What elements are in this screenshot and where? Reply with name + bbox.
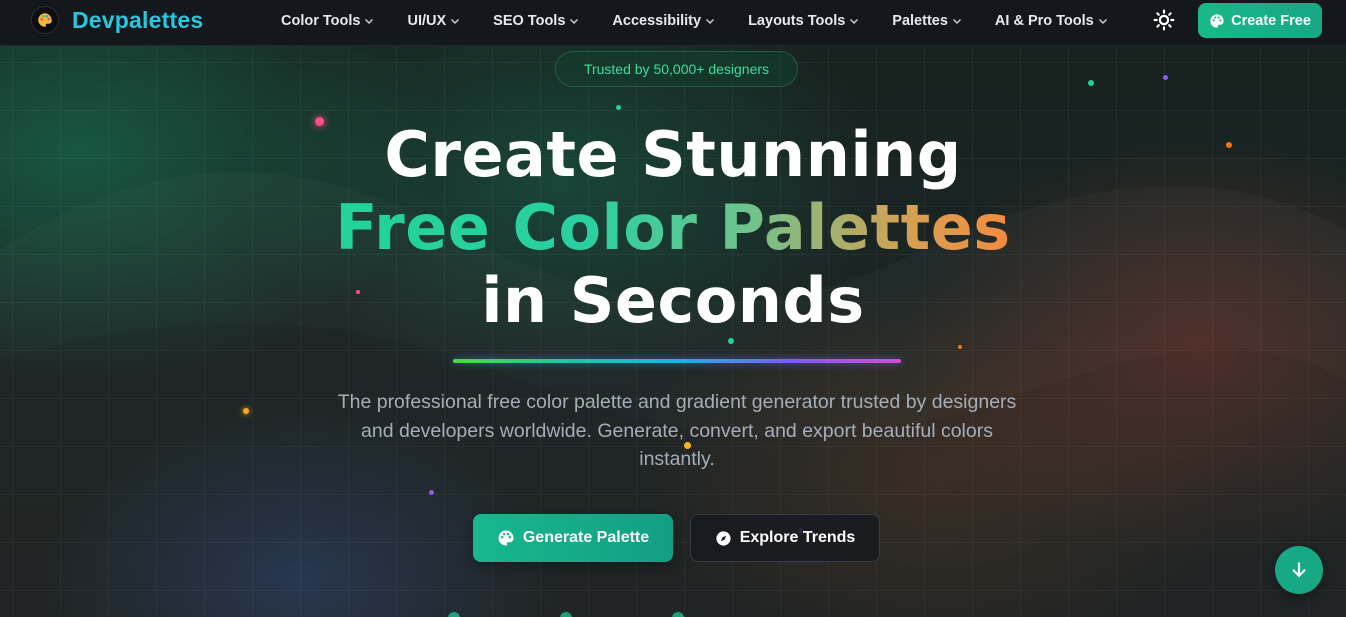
- headline-line-3: in Seconds: [481, 264, 865, 337]
- chevron-down-icon: [850, 18, 859, 25]
- arrow-down-icon: [1292, 562, 1306, 577]
- particle-dot: [429, 490, 434, 495]
- chevron-down-icon: [365, 18, 374, 25]
- chevron-down-icon: [706, 18, 715, 25]
- nav-item-palettes[interactable]: Palettes: [892, 13, 962, 29]
- check-circle-icon: [448, 612, 460, 617]
- headline-line-2-gradient: Free Color Palettes: [335, 191, 1011, 264]
- brand-name: Devpalettes: [72, 6, 204, 33]
- nav-item-accessibility[interactable]: Accessibility: [612, 13, 715, 29]
- sun-icon: [1153, 9, 1175, 31]
- create-free-button[interactable]: Create Free: [1198, 3, 1322, 38]
- particle-dot: [616, 105, 621, 110]
- stats-row-peek: [448, 612, 784, 617]
- particle-dot: [1163, 75, 1168, 80]
- hero-headline: Create Stunning Free Color Palettes in S…: [0, 118, 1346, 337]
- particle-dot: [243, 408, 249, 414]
- palette-icon: [1210, 13, 1224, 28]
- create-free-label: Create Free: [1231, 12, 1311, 29]
- theme-toggle-button[interactable]: [1152, 8, 1176, 32]
- scroll-down-button[interactable]: [1275, 546, 1323, 594]
- particle-dot: [1088, 80, 1094, 86]
- trust-badge-text: Trusted by 50,000+ designers: [583, 61, 770, 77]
- palette-logo-icon: [31, 6, 59, 34]
- check-circle-icon: [672, 612, 684, 617]
- nav-item-label: Accessibility: [612, 13, 702, 29]
- nav-item-label: Color Tools: [281, 13, 361, 29]
- chevron-down-icon: [1098, 18, 1107, 25]
- nav-item-ui-ux[interactable]: UI/UX: [407, 13, 460, 29]
- main-menu: Color Tools UI/UX SEO Tools Accessibilit…: [281, 0, 1141, 42]
- nav-item-ai-pro-tools[interactable]: AI & Pro Tools: [995, 13, 1108, 29]
- generate-palette-button[interactable]: Generate Palette: [473, 514, 673, 562]
- chevron-down-icon: [451, 18, 460, 25]
- nav-item-label: AI & Pro Tools: [994, 13, 1094, 29]
- nav-item-label: Palettes: [892, 13, 948, 29]
- nav-item-label: Layouts Tools: [748, 13, 846, 29]
- generate-palette-label: Generate Palette: [522, 529, 650, 546]
- nav-item-color-tools[interactable]: Color Tools: [281, 13, 374, 29]
- hero-subtitle: The professional free color palette and …: [337, 391, 1017, 470]
- explore-trends-button[interactable]: Explore Trends: [690, 514, 880, 562]
- headline-line-1: Create Stunning: [384, 118, 962, 191]
- check-circle-icon: [560, 612, 572, 617]
- chevron-down-icon: [570, 18, 579, 25]
- nav-item-seo-tools[interactable]: SEO Tools: [493, 13, 579, 29]
- top-navbar: Devpalettes Color Tools UI/UX SEO Tools …: [0, 0, 1346, 46]
- nav-item-layouts-tools[interactable]: Layouts Tools: [748, 13, 859, 29]
- particle-dot: [728, 338, 734, 344]
- compass-icon: [716, 530, 731, 546]
- nav-item-label: SEO Tools: [493, 13, 566, 29]
- explore-trends-label: Explore Trends: [739, 529, 856, 546]
- chevron-down-icon: [952, 18, 961, 25]
- nav-item-label: UI/UX: [407, 13, 447, 29]
- particle-dot: [958, 345, 962, 349]
- palette-icon: [498, 530, 514, 546]
- brand[interactable]: Devpalettes: [31, 6, 203, 34]
- trust-badge: Trusted by 50,000+ designers: [555, 51, 798, 87]
- rainbow-divider: [453, 359, 901, 363]
